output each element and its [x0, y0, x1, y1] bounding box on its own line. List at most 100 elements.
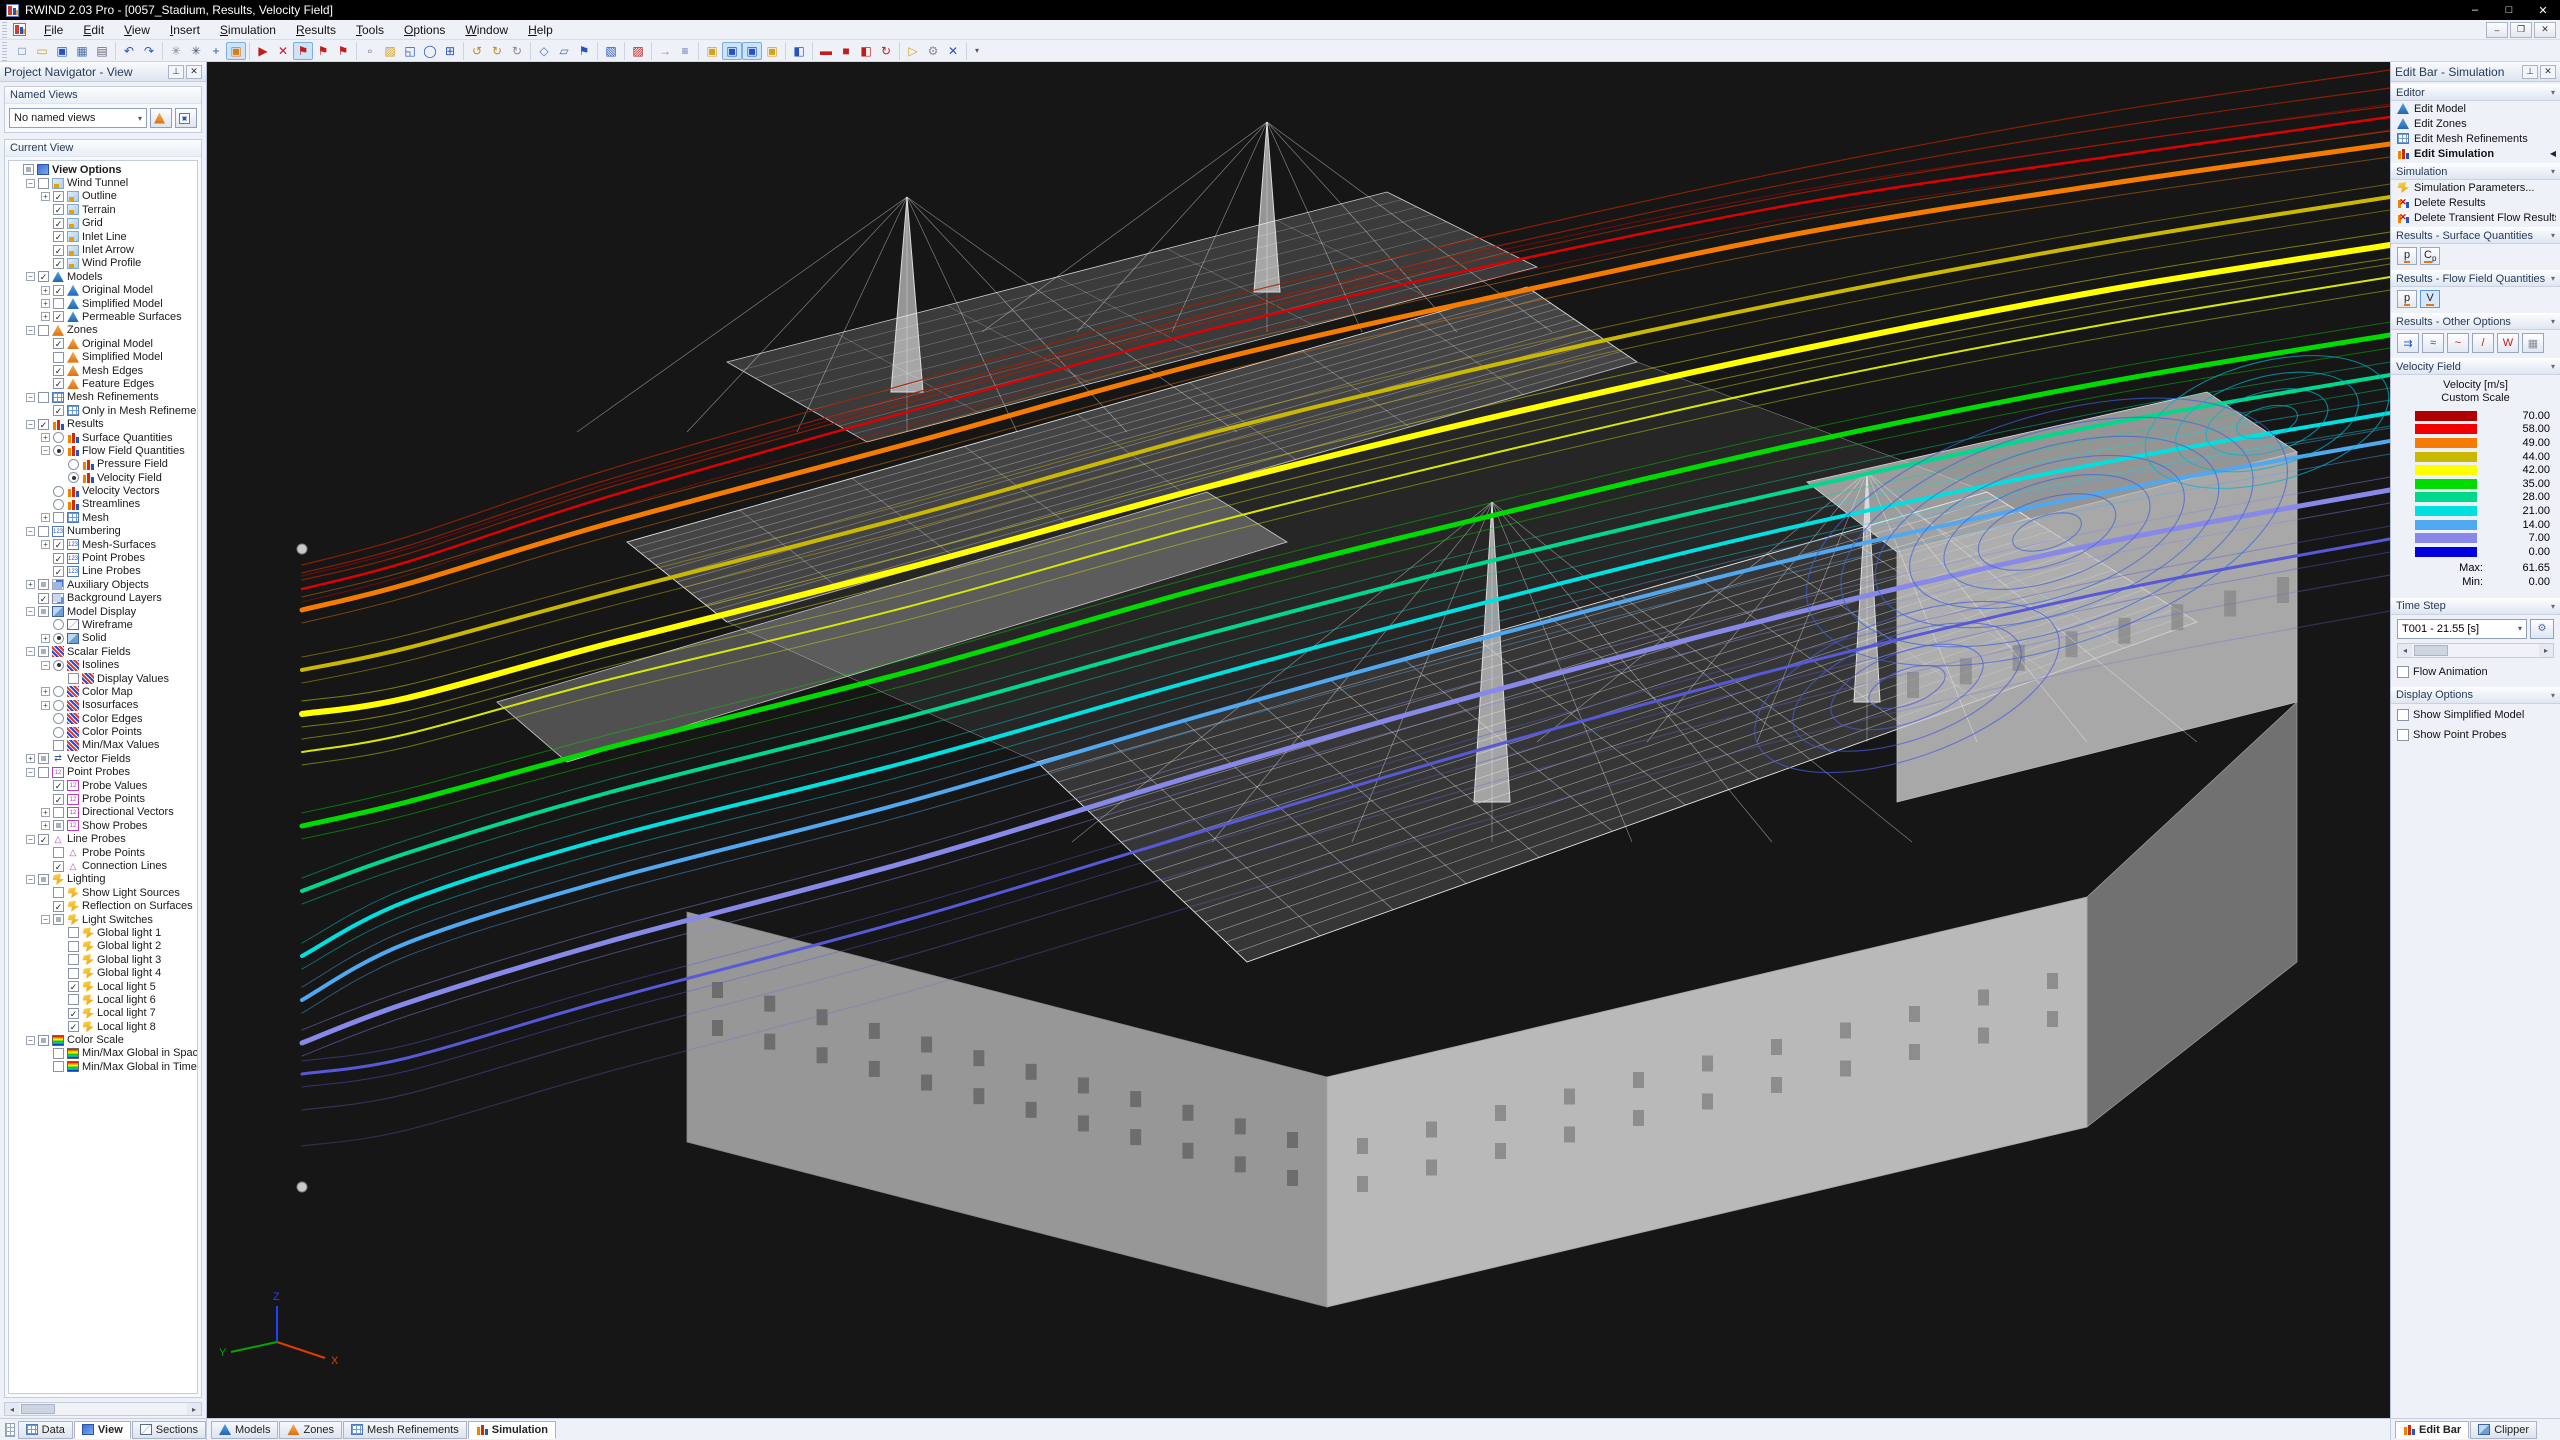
tree-item-auxiliary-objects[interactable]: + Auxiliary Objects — [11, 578, 197, 591]
radio-button[interactable] — [53, 713, 64, 725]
viewport-3d[interactable]: X Y Z — [207, 62, 2390, 1418]
expand-toggle-icon[interactable]: + — [41, 312, 50, 322]
tree-item-simplified-model[interactable]: + Simplified Model — [11, 297, 197, 310]
checkbox[interactable] — [53, 739, 64, 751]
child-restore-button[interactable]: ❐ — [2510, 21, 2532, 38]
expand-toggle-icon[interactable]: + — [26, 754, 35, 764]
save-button[interactable]: ▣ — [52, 42, 72, 60]
checkbox[interactable]: ✓ — [53, 365, 64, 377]
tree-item-color-edges[interactable]: Color Edges — [11, 712, 197, 725]
stop-simulation-button[interactable]: ✕ — [273, 42, 293, 60]
rotate-right-button[interactable]: ↻ — [487, 42, 507, 60]
tree-item-line-probes[interactable]: − ✓ △ Line Probes — [11, 833, 197, 846]
checkbox[interactable] — [53, 512, 64, 524]
radio-button[interactable] — [53, 686, 64, 698]
checkbox[interactable] — [68, 967, 79, 979]
checkbox[interactable] — [38, 646, 49, 658]
link-views-button[interactable]: ▱ — [554, 42, 574, 60]
expand-toggle-icon[interactable]: + — [41, 807, 50, 817]
expand-toggle-icon[interactable]: + — [26, 580, 35, 590]
checkbox[interactable]: ✓ — [53, 338, 64, 350]
collapse-icon[interactable]: ▾ — [2551, 691, 2555, 700]
tree-item-wireframe[interactable]: Wireframe — [11, 618, 197, 631]
checkbox[interactable] — [38, 525, 49, 537]
tree-item-surface-quantities[interactable]: + Surface Quantities — [11, 431, 197, 444]
time-step-scrollbar[interactable]: ◂ ▸ — [2397, 642, 2554, 658]
tree-item-probe-values[interactable]: ✓ 12 Probe Values — [11, 779, 197, 792]
expand-toggle-icon[interactable]: − — [26, 526, 35, 536]
new-file-button[interactable]: □ — [12, 42, 32, 60]
solid-model-dropdown-button[interactable]: ▧ — [601, 42, 621, 60]
tree-item-min-max-values[interactable]: Min/Max Values — [11, 739, 197, 752]
tree-item-model-display[interactable]: − Model Display — [11, 605, 197, 618]
expand-toggle-icon[interactable]: − — [26, 325, 35, 335]
tree-item-color-points[interactable]: Color Points — [11, 725, 197, 738]
checkbox[interactable] — [38, 873, 49, 885]
step-back-icon[interactable]: ◂ — [2398, 643, 2412, 657]
tree-item-flow-field-quantities[interactable]: − Flow Field Quantities — [11, 444, 197, 457]
collapse-icon[interactable]: ▾ — [2551, 602, 2555, 611]
tree-item-mesh-edges[interactable]: ✓ Mesh Edges — [11, 364, 197, 377]
menu-file[interactable]: File — [34, 21, 73, 39]
child-minimize-button[interactable]: – — [2486, 21, 2508, 38]
tree-item-wind-profile[interactable]: ✓ Wind Profile — [11, 257, 197, 270]
probe-flag-2-button[interactable]: ⚑ — [313, 42, 333, 60]
tree-item-display-values[interactable]: Display Values — [11, 672, 197, 685]
radio-button[interactable] — [53, 485, 64, 497]
checkbox[interactable]: ✓ — [53, 552, 64, 564]
tab-zones[interactable]: Zones — [279, 1420, 343, 1439]
show-terrain-button[interactable]: ▣ — [702, 42, 722, 60]
named-views-dropdown[interactable]: No named views ▾ — [9, 108, 147, 128]
snap-points-button[interactable]: ✳ — [166, 42, 186, 60]
collapse-icon[interactable]: ▾ — [2551, 231, 2555, 240]
tree-item-connection-lines[interactable]: ✓ △ Connection Lines — [11, 859, 197, 872]
close-icon[interactable]: ✕ — [2540, 64, 2556, 79]
menu-help[interactable]: Help — [518, 21, 563, 39]
section-box-button[interactable]: ■ — [836, 42, 856, 60]
tree-item-wind-tunnel[interactable]: − Wind Tunnel — [11, 176, 197, 189]
wireframe-box-button[interactable]: ▫ — [360, 42, 380, 60]
chart-curve-button[interactable]: ~ — [2447, 333, 2469, 353]
child-close-button[interactable]: ✕ — [2534, 21, 2556, 38]
zoom-fit-button[interactable]: ⊞ — [440, 42, 460, 60]
grid-cross-button[interactable]: + — [206, 42, 226, 60]
checkbox[interactable] — [38, 753, 49, 765]
checkbox[interactable] — [38, 1034, 49, 1046]
expand-toggle-icon[interactable]: + — [41, 700, 50, 710]
tree-item-permeable-surfaces[interactable]: + ✓ Permeable Surfaces — [11, 310, 197, 323]
checkbox[interactable] — [53, 914, 64, 926]
tree-item-streamlines[interactable]: Streamlines — [11, 498, 197, 511]
checkbox[interactable] — [38, 579, 49, 591]
menu-edit[interactable]: Edit — [73, 21, 114, 39]
radio-button[interactable] — [68, 458, 79, 470]
print-button[interactable]: ▤ — [92, 42, 112, 60]
menu-simulation[interactable]: Simulation — [210, 21, 286, 39]
collapse-icon[interactable]: ▾ — [2551, 88, 2555, 97]
section-rotate-button[interactable]: ↻ — [876, 42, 896, 60]
scroll-left-icon[interactable]: ◂ — [5, 1403, 19, 1415]
tab-sections[interactable]: Sections — [131, 1420, 206, 1439]
checkbox[interactable]: ✓ — [53, 190, 64, 202]
expand-toggle-icon[interactable]: + — [41, 433, 50, 442]
tree-horizontal-scrollbar[interactable]: ◂ ▸ — [4, 1402, 202, 1416]
checkbox[interactable] — [53, 1047, 64, 1059]
load-view-button[interactable] — [150, 108, 172, 128]
layers-button[interactable]: ≡ — [675, 42, 695, 60]
scrollbar-thumb[interactable] — [21, 1404, 55, 1414]
expand-toggle-icon[interactable]: + — [41, 191, 50, 201]
view-options-box[interactable] — [23, 164, 34, 176]
edit-bar-edit-model[interactable]: Edit Model — [2391, 101, 2560, 116]
checkbox[interactable]: ✓ — [53, 284, 64, 296]
radio-button[interactable] — [53, 632, 64, 644]
tree-item-velocity-field[interactable]: Velocity Field — [11, 471, 197, 484]
checkbox[interactable] — [53, 806, 64, 818]
tree-item-local-light-7[interactable]: ✓ Local light 7 — [11, 1007, 197, 1020]
radio-button[interactable] — [53, 445, 64, 457]
tab-data[interactable]: Data — [17, 1420, 73, 1439]
slice-plane-handle[interactable] — [296, 543, 308, 555]
tree-item-color-scale[interactable]: − Color Scale — [11, 1033, 197, 1046]
redo-button[interactable]: ↷ — [139, 42, 159, 60]
menu-results[interactable]: Results — [286, 21, 346, 39]
tree-item-probe-points[interactable]: ✓ 12 Probe Points — [11, 792, 197, 805]
tree-item-reflection-on-surfaces[interactable]: ✓ Reflection on Surfaces — [11, 899, 197, 912]
